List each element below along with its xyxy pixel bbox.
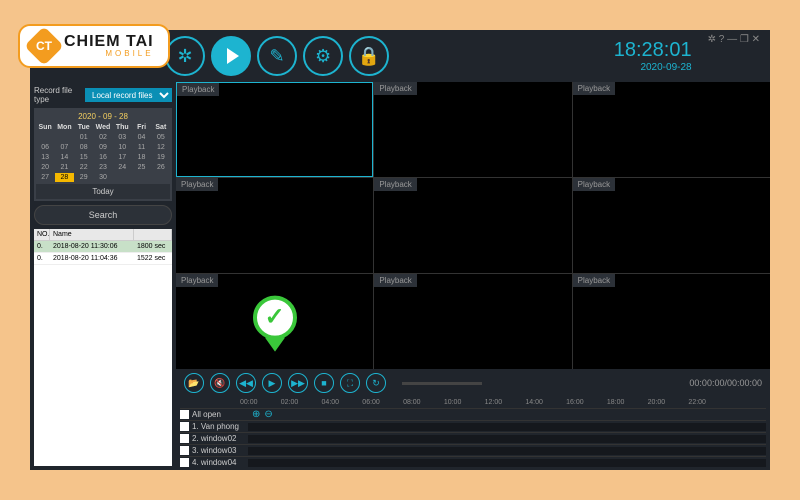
cms-app-window: cms ✲ ✎ ⚙ 🔒 18:28:01 2020-09-28 ✲ ? — ❐ … <box>30 30 770 470</box>
filetype-select[interactable]: Local record files <box>85 88 172 102</box>
timeline-row[interactable]: 2. window02 <box>180 432 766 444</box>
checkbox[interactable] <box>180 410 189 419</box>
video-cell[interactable]: Playback <box>374 178 571 273</box>
timeline-row[interactable]: 3. window03 <box>180 444 766 456</box>
edit-icon[interactable]: ✎ <box>257 36 297 76</box>
lock-icon[interactable]: 🔒 <box>349 36 389 76</box>
video-grid: PlaybackPlaybackPlaybackPlaybackPlayback… <box>176 82 770 369</box>
search-button[interactable]: Search <box>34 205 172 225</box>
timeline[interactable]: 00:0002:0004:0006:0008:0010:0012:0014:00… <box>176 397 770 470</box>
video-cell[interactable]: Playback <box>573 178 770 273</box>
stop-icon[interactable]: ■ <box>314 373 334 393</box>
video-cell[interactable]: Playback <box>374 274 571 369</box>
video-cell[interactable]: Playback <box>573 274 770 369</box>
fullscreen-icon[interactable]: ⛶ <box>340 373 360 393</box>
video-cell[interactable]: Playback <box>176 82 373 177</box>
checkbox[interactable] <box>180 446 189 455</box>
speed-slider[interactable] <box>402 382 482 385</box>
play-tab-button[interactable] <box>211 36 251 76</box>
zoom-out-icon[interactable]: ⊖ <box>264 409 272 420</box>
reel-icon[interactable]: ✲ <box>165 36 205 76</box>
today-button[interactable]: Today <box>36 184 170 199</box>
timestamp: 00:00:00/00:00:00 <box>689 378 762 388</box>
loop-icon[interactable]: ↻ <box>366 373 386 393</box>
play-icon[interactable]: ▶ <box>262 373 282 393</box>
video-cell[interactable]: Playback✓ <box>176 274 373 369</box>
playback-controls: 📂 🔇 ◀◀ ▶ ▶▶ ■ ⛶ ↻ 00:00:00/00:00:00 <box>176 369 770 397</box>
timeline-row[interactable]: 1. Van phong <box>180 420 766 432</box>
clock: 18:28:01 2020-09-28 <box>614 39 692 73</box>
list-item[interactable]: 0.2018-08-20 11:30:061800 sec <box>34 241 172 253</box>
video-cell[interactable]: Playback <box>374 82 571 177</box>
list-item[interactable]: 0.2018-08-20 11:04:361522 sec <box>34 253 172 265</box>
timeline-row[interactable]: 4. window04 <box>180 456 766 468</box>
checkbox[interactable] <box>180 434 189 443</box>
rewind-icon[interactable]: ◀◀ <box>236 373 256 393</box>
zoom-in-icon[interactable]: ⊕ <box>252 409 260 420</box>
sidebar: Record file type Local record files 2020… <box>30 82 176 470</box>
timeline-row[interactable]: All open⊕⊖ <box>180 408 766 420</box>
video-cell[interactable]: Playback <box>176 178 373 273</box>
forward-icon[interactable]: ▶▶ <box>288 373 308 393</box>
calendar[interactable]: 2020 - 09 - 28 SunMonTueWedThuFriSat0102… <box>34 108 172 201</box>
gear-icon[interactable]: ⚙ <box>303 36 343 76</box>
mute-icon[interactable]: 🔇 <box>210 373 230 393</box>
checkbox[interactable] <box>180 422 189 431</box>
calendar-title: 2020 - 09 - 28 <box>36 110 170 123</box>
open-folder-icon[interactable]: 📂 <box>184 373 204 393</box>
video-cell[interactable]: Playback <box>573 82 770 177</box>
content-area: PlaybackPlaybackPlaybackPlaybackPlayback… <box>176 82 770 470</box>
filetype-label: Record file type <box>34 86 82 104</box>
checkbox[interactable] <box>180 458 189 467</box>
window-controls[interactable]: ✲ ? — ❐ ✕ <box>708 34 760 45</box>
watermark-badge: CT CHIEM TAI MOBILE <box>18 24 170 68</box>
check-overlay-icon: ✓ <box>253 295 297 339</box>
file-list[interactable]: NO. Name 0.2018-08-20 11:30:061800 sec0.… <box>34 229 172 466</box>
